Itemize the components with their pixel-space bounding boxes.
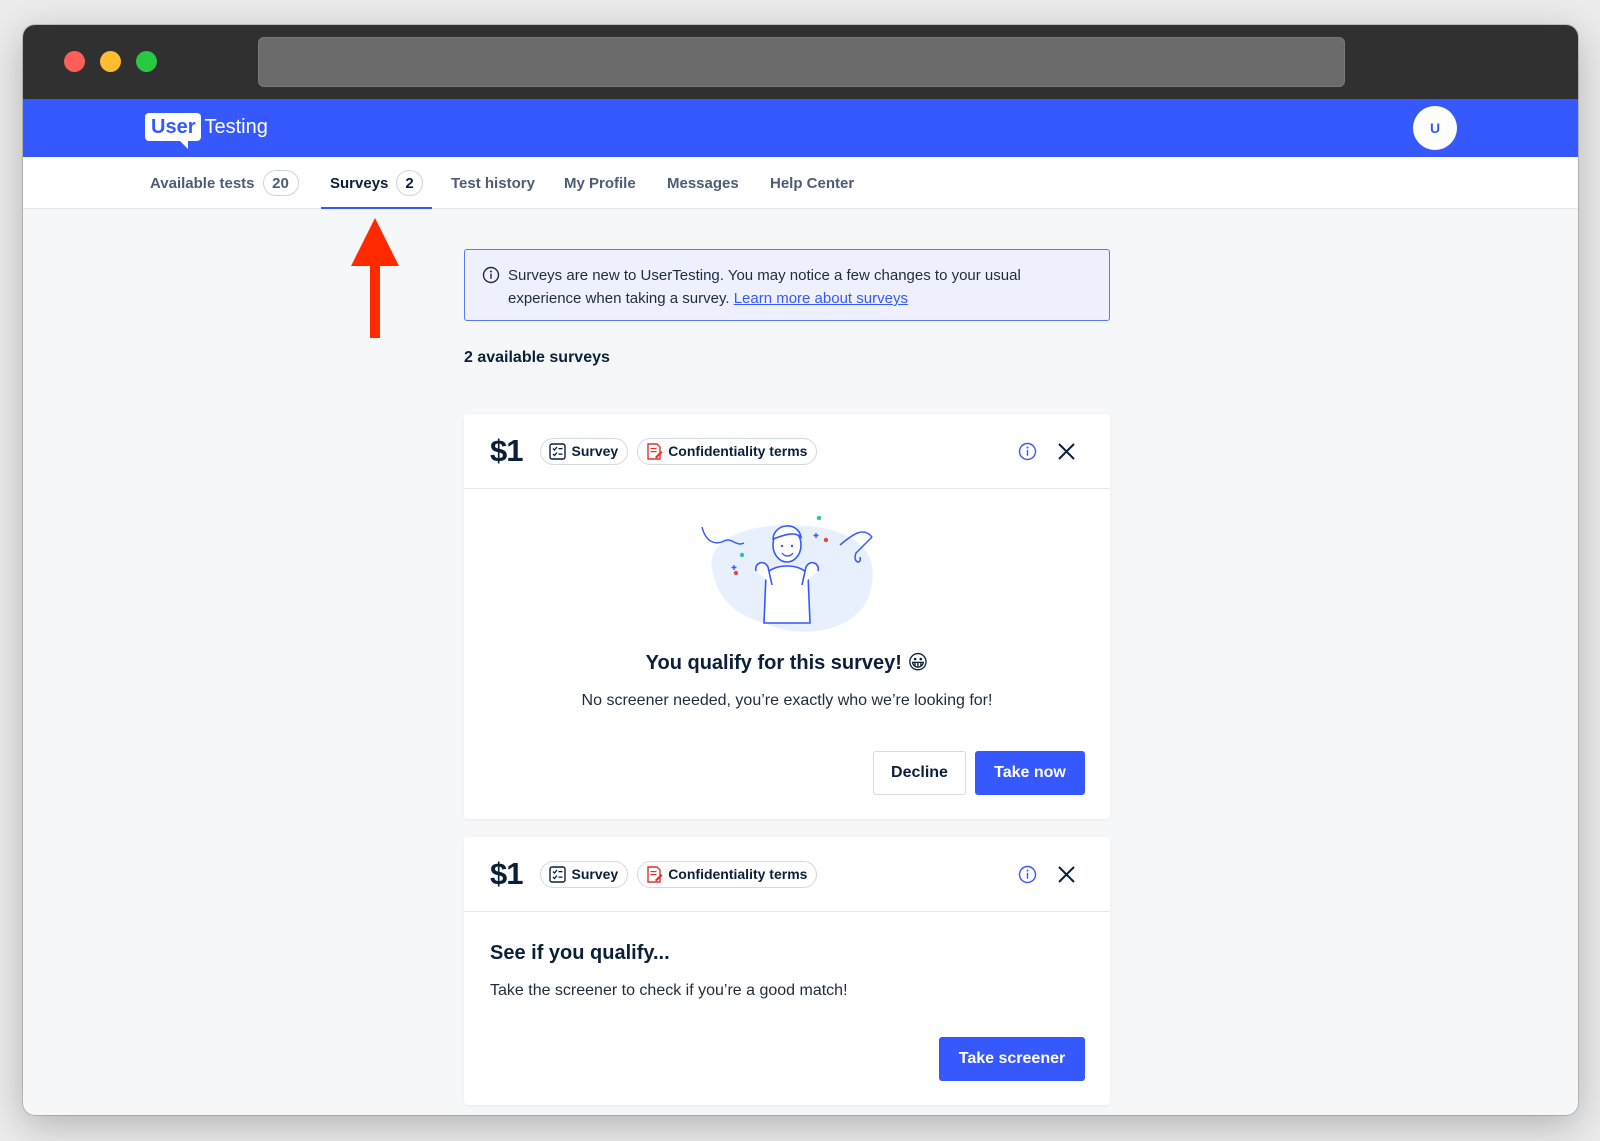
info-icon[interactable] — [1018, 865, 1037, 884]
survey-card: $1 Survey — [464, 414, 1110, 819]
close-icon[interactable] — [1057, 865, 1076, 884]
tab-surveys[interactable]: Surveys 2 — [321, 157, 432, 209]
qualify-title: You qualify for this survey! 😀 — [645, 652, 929, 674]
document-signature-icon — [647, 865, 663, 883]
info-icon — [482, 266, 500, 284]
survey-type-label: Survey — [571, 443, 619, 459]
qualify-subtitle: No screener needed, you’re exactly who w… — [581, 692, 993, 709]
celebrating-person-illustration — [701, 515, 873, 632]
surveys-notice-banner: Surveys are new to UserTesting. You may … — [464, 249, 1110, 321]
red-arrow-annotation — [351, 218, 399, 338]
tab-my-profile[interactable]: My Profile — [564, 157, 636, 209]
avatar[interactable]: U — [1413, 106, 1457, 150]
survey-type-tag: Survey — [540, 437, 629, 465]
survey-card: $1 Survey — [464, 837, 1110, 1105]
tab-surveys-label: Surveys — [330, 174, 389, 192]
info-icon[interactable] — [1018, 442, 1037, 461]
confidentiality-label: Confidentiality terms — [668, 866, 808, 882]
survey-type-tag: Survey — [540, 860, 629, 888]
browser-window: User Testing U Available tests 20 Survey… — [23, 25, 1578, 1115]
survey-card-header: $1 Survey Confidentiality terms — [464, 837, 1110, 912]
survey-type-label: Survey — [571, 866, 619, 882]
confidentiality-tag[interactable]: Confidentiality terms — [637, 860, 818, 888]
screener-subtitle: Take the screener to check if you’re a g… — [490, 982, 848, 999]
logo-user-text: User — [145, 113, 202, 149]
screener-title: See if you qualify... — [490, 942, 670, 964]
take-now-button[interactable]: Take now — [975, 751, 1085, 795]
tab-available-tests[interactable]: Available tests 20 — [150, 157, 299, 209]
main-nav: Available tests 20 Surveys 2 Test histor… — [23, 157, 1578, 209]
close-icon[interactable] — [1057, 442, 1076, 461]
browser-titlebar — [23, 25, 1578, 99]
logo-testing-text: Testing — [204, 115, 268, 138]
surveys-count-badge: 2 — [396, 170, 423, 196]
confidentiality-label: Confidentiality terms — [668, 443, 808, 459]
tab-test-history[interactable]: Test history — [451, 157, 535, 209]
close-window-button[interactable] — [64, 51, 85, 72]
tab-available-tests-label: Available tests — [150, 174, 255, 192]
checklist-icon — [549, 865, 567, 883]
survey-card-header: $1 Survey Confidentiality terms — [464, 414, 1110, 489]
app-header: User Testing U — [23, 99, 1578, 157]
tab-messages[interactable]: Messages — [667, 157, 739, 209]
learn-more-surveys-link[interactable]: Learn more about surveys — [734, 290, 908, 307]
maximize-window-button[interactable] — [136, 51, 157, 72]
survey-price: $1 — [490, 433, 523, 468]
available-tests-count-badge: 20 — [262, 170, 299, 196]
available-surveys-count: 2 available surveys — [464, 349, 610, 366]
decline-button[interactable]: Decline — [873, 751, 966, 795]
address-bar[interactable] — [258, 37, 1345, 87]
minimize-window-button[interactable] — [100, 51, 121, 72]
usertesting-logo[interactable]: User Testing — [145, 107, 268, 149]
surveys-content: Surveys are new to UserTesting. You may … — [464, 249, 1110, 1105]
tab-help-center[interactable]: Help Center — [770, 157, 854, 209]
document-signature-icon — [647, 442, 663, 460]
take-screener-button[interactable]: Take screener — [939, 1037, 1085, 1081]
checklist-icon — [549, 442, 567, 460]
confidentiality-tag[interactable]: Confidentiality terms — [637, 437, 818, 465]
survey-price: $1 — [490, 856, 523, 891]
